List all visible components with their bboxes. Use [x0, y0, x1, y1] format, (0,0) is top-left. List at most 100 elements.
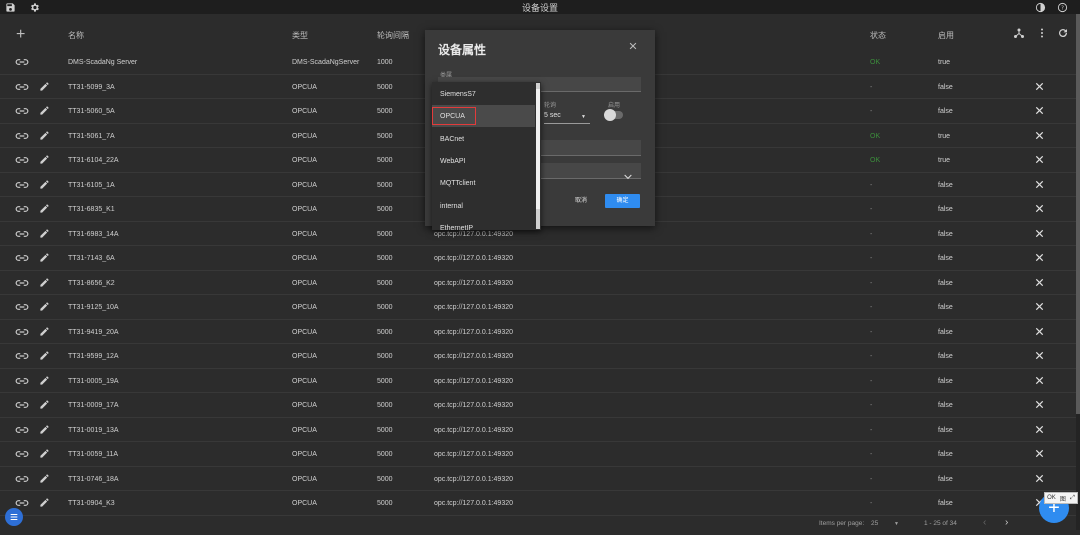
link-icon[interactable] [15, 497, 29, 509]
table-row[interactable]: TT31-0746_18A OPCUA 5000 opc.tcp://127.0.0.… [0, 467, 1076, 491]
dropdown-option[interactable]: BACnet [432, 128, 535, 150]
link-icon[interactable] [15, 154, 29, 166]
mini-expand-icon[interactable]: ⤢ [1070, 495, 1075, 502]
edit-pencil-icon[interactable] [39, 375, 50, 386]
edit-pencil-icon[interactable] [39, 497, 50, 508]
edit-pencil-icon[interactable] [39, 203, 50, 214]
delete-close-icon[interactable] [1034, 473, 1045, 484]
table-row[interactable]: TT31-9599_12A OPCUA 5000 opc.tcp://127.0.0.… [0, 344, 1076, 369]
delete-close-icon[interactable] [1034, 350, 1045, 361]
mini-image-icon[interactable]: 图 [1060, 494, 1066, 503]
contrast-icon[interactable] [1034, 0, 1046, 14]
chevron-down-icon[interactable] [624, 167, 632, 180]
mini-ok-button[interactable]: OK [1047, 495, 1056, 501]
page-scrollbar[interactable] [1076, 14, 1080, 530]
column-header-interval[interactable]: 轮询间隔 [377, 30, 409, 41]
per-page-caret-icon[interactable]: ▼ [894, 521, 899, 527]
table-row[interactable]: TT31-0005_19A OPCUA 5000 opc.tcp://127.0.0.… [0, 369, 1076, 393]
delete-close-icon[interactable] [1034, 154, 1045, 165]
delete-close-icon[interactable] [1034, 277, 1045, 288]
edit-pencil-icon[interactable] [39, 105, 50, 116]
column-header-type[interactable]: 类型 [292, 30, 308, 41]
delete-close-icon[interactable] [1034, 252, 1045, 263]
edit-pencil-icon[interactable] [39, 399, 50, 410]
link-icon[interactable] [15, 277, 29, 289]
dropdown-option[interactable]: WebAPI [432, 150, 535, 172]
link-icon[interactable] [15, 350, 29, 362]
confirm-button[interactable]: 确定 [605, 194, 640, 208]
edit-pencil-icon[interactable] [39, 179, 50, 190]
delete-close-icon[interactable] [1034, 375, 1045, 386]
delete-close-icon[interactable] [1034, 130, 1045, 141]
table-row[interactable]: TT31-0059_11A OPCUA 5000 opc.tcp://127.0.0.… [0, 442, 1076, 467]
items-per-page-select[interactable]: 25 [871, 520, 878, 527]
edit-pencil-icon[interactable] [39, 228, 50, 239]
link-icon[interactable] [15, 473, 29, 485]
poll-interval-select[interactable]: 5 sec [544, 112, 561, 119]
dropdown-scrollbar[interactable] [536, 83, 540, 229]
delete-close-icon[interactable] [1034, 228, 1045, 239]
scrollbar-thumb[interactable] [1076, 14, 1080, 414]
edit-pencil-icon[interactable] [39, 81, 50, 92]
dropdown-option[interactable]: SiemensS7 [432, 83, 535, 105]
add-device-icon[interactable]: + [16, 26, 25, 44]
edit-pencil-icon[interactable] [39, 350, 50, 361]
delete-close-icon[interactable] [1034, 105, 1045, 116]
link-icon[interactable] [15, 399, 29, 411]
table-row[interactable]: TT31-9419_20A OPCUA 5000 opc.tcp://127.0.0.… [0, 320, 1076, 344]
delete-close-icon[interactable] [1034, 301, 1045, 312]
edit-pencil-icon[interactable] [39, 130, 50, 141]
close-icon[interactable] [628, 38, 638, 50]
poll-caret-icon[interactable]: ▼ [581, 114, 586, 120]
column-header-status[interactable]: 状态 [870, 30, 886, 41]
edit-pencil-icon[interactable] [39, 326, 50, 337]
address-field[interactable] [540, 140, 641, 156]
dropdown-scroll-thumb[interactable] [536, 89, 540, 209]
table-row[interactable]: TT31-9125_10A OPCUA 5000 opc.tcp://127.0.0.… [0, 295, 1076, 320]
enable-toggle[interactable] [604, 109, 623, 121]
link-icon[interactable] [15, 130, 29, 142]
network-tree-icon[interactable] [1012, 26, 1026, 40]
delete-close-icon[interactable] [1034, 448, 1045, 459]
table-row[interactable]: TT31-0904_K3 OPCUA 5000 opc.tcp://127.0.0.1… [0, 491, 1076, 516]
link-icon[interactable] [15, 81, 29, 93]
link-icon[interactable] [15, 252, 29, 264]
table-row[interactable]: TT31-0019_13A OPCUA 5000 opc.tcp://127.0.0.… [0, 418, 1076, 442]
dropdown-option[interactable]: EthernetIP [432, 217, 535, 230]
link-icon[interactable] [15, 424, 29, 436]
column-header-name[interactable]: 名称 [68, 30, 84, 41]
delete-close-icon[interactable] [1034, 179, 1045, 190]
link-icon[interactable] [15, 105, 29, 117]
delete-close-icon[interactable] [1034, 203, 1045, 214]
link-icon[interactable] [15, 301, 29, 313]
table-row[interactable]: TT31-7143_6A OPCUA 5000 opc.tcp://127.0.0.1… [0, 246, 1076, 271]
cancel-button[interactable]: 取消 [569, 194, 593, 208]
next-page-icon[interactable]: › [1005, 517, 1008, 528]
edit-pencil-icon[interactable] [39, 277, 50, 288]
edit-pencil-icon[interactable] [39, 252, 50, 263]
delete-close-icon[interactable] [1034, 399, 1045, 410]
delete-close-icon[interactable] [1034, 326, 1045, 337]
prev-page-icon[interactable]: ‹ [983, 517, 986, 528]
link-icon[interactable] [15, 375, 29, 387]
link-icon[interactable] [15, 228, 29, 240]
edit-pencil-icon[interactable] [39, 473, 50, 484]
table-row[interactable]: TT31-8656_K2 OPCUA 5000 opc.tcp://127.0.0.1… [0, 271, 1076, 295]
column-header-enabled[interactable]: 启用 [938, 30, 954, 41]
link-icon[interactable] [15, 326, 29, 338]
delete-close-icon[interactable] [1034, 81, 1045, 92]
dropdown-option[interactable]: internal [432, 195, 535, 217]
dropdown-option[interactable]: MQTTclient [432, 172, 535, 194]
edit-pencil-icon[interactable] [39, 301, 50, 312]
menu-fab-button[interactable] [5, 508, 23, 526]
refresh-icon[interactable] [1056, 26, 1070, 40]
link-icon[interactable] [15, 179, 29, 191]
link-icon[interactable] [15, 56, 29, 68]
edit-pencil-icon[interactable] [39, 154, 50, 165]
table-row[interactable]: TT31-0009_17A OPCUA 5000 opc.tcp://127.0.0.… [0, 393, 1076, 418]
help-icon[interactable]: ? [1056, 0, 1068, 14]
more-vert-icon[interactable] [1035, 26, 1049, 40]
delete-close-icon[interactable] [1034, 424, 1045, 435]
link-icon[interactable] [15, 448, 29, 460]
edit-pencil-icon[interactable] [39, 448, 50, 459]
